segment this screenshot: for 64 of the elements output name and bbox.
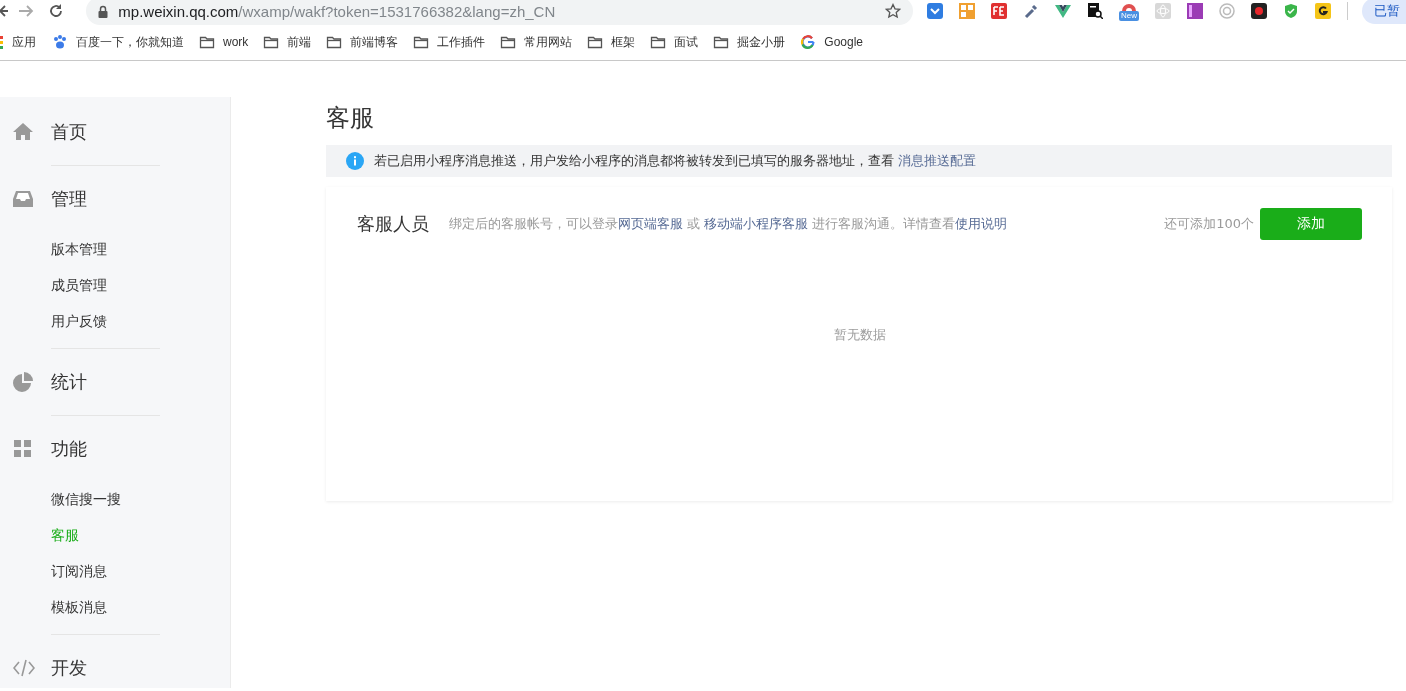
rp-logo-icon[interactable] — [1187, 3, 1204, 19]
apps-grid-icon — [0, 34, 4, 50]
sidebar-subitem[interactable]: 订阅消息 — [0, 554, 107, 590]
code-icon — [13, 658, 35, 678]
shield-icon[interactable] — [1283, 3, 1300, 19]
bookmark-item[interactable]: work — [199, 34, 249, 50]
empty-text: 暂无数据 — [833, 325, 886, 344]
bookmark-item[interactable]: 应用 — [0, 33, 36, 51]
inbox-icon — [13, 189, 35, 209]
bookmark-star-icon[interactable] — [885, 3, 901, 19]
g-logo-icon[interactable] — [1315, 3, 1332, 19]
folder-icon — [587, 34, 604, 50]
sidebar-subitem[interactable]: 模板消息 — [0, 590, 107, 626]
google-g-icon — [800, 34, 817, 50]
home-icon — [13, 122, 35, 142]
bookmark-item[interactable]: 面试 — [650, 33, 699, 51]
bookmark-item[interactable]: 前端博客 — [326, 33, 399, 51]
folder-icon — [413, 34, 430, 50]
sidebar-subitem[interactable]: 成员管理 — [0, 268, 107, 304]
sidebar-item[interactable]: 开发 — [0, 635, 230, 691]
sidebar-item[interactable]: 统计 — [0, 349, 230, 415]
url-text: mp.weixin.qq.com/wxamp/wakf?token=1531766382&lang=zh_CN — [118, 2, 557, 20]
bookmark-item[interactable]: Google — [800, 34, 864, 50]
sidebar-subitem[interactable]: 微信搜一搜 — [0, 482, 121, 518]
sidebar-subitem[interactable]: 版本管理 — [0, 232, 107, 268]
pocket-icon[interactable] — [927, 3, 943, 19]
new-badge: New — [1119, 11, 1140, 21]
folder-icon — [650, 34, 667, 50]
notice-text: 若已启用小程序消息推送，用户发给小程序的消息都将被转发到已填写的服务器地址，查看 消息推送配置 — [374, 152, 977, 170]
folder-icon — [713, 34, 730, 50]
sidebar-item[interactable]: 首页 — [0, 99, 230, 165]
link[interactable]: 消息推送配置 — [898, 153, 977, 168]
link[interactable]: 使用说明 — [955, 216, 1008, 231]
bookmark-item[interactable]: 掘金小册 — [713, 33, 786, 51]
eyedropper-icon[interactable] — [1023, 3, 1039, 19]
v-logo-icon[interactable] — [1055, 3, 1071, 19]
bookmark-item[interactable]: 前端 — [263, 33, 312, 51]
paw-icon — [52, 34, 68, 50]
sidebar-item[interactable]: 管理 — [0, 166, 230, 232]
pie-chart-icon — [13, 372, 35, 392]
profile-button[interactable]: 已暂 — [1362, 0, 1406, 24]
bookmark-item[interactable]: 工作插件 — [413, 33, 486, 51]
document-search-icon[interactable] — [1087, 3, 1103, 19]
bookmark-item[interactable]: 框架 — [587, 33, 636, 51]
lock-icon — [98, 4, 109, 18]
record-icon[interactable] — [1251, 3, 1268, 19]
address-bar[interactable]: mp.weixin.qq.com/wxamp/wakf?token=1531766382&lang=zh_CN — [86, 0, 913, 25]
remaining-count: 还可添加100个 — [1164, 215, 1254, 233]
sidebar-item[interactable]: 功能 — [0, 416, 230, 482]
description-text: 绑定后的客服帐号，可以登录网页端客服 或 移动端小程序客服 进行客服沟通。详情查看使用说明 — [449, 215, 1009, 233]
bookmark-item[interactable]: 常用网站 — [500, 33, 573, 51]
folder-icon — [263, 34, 280, 50]
bookmark-item[interactable]: 百度一下，你就知道 — [52, 33, 184, 51]
section-title: 客服人员 — [357, 212, 429, 236]
fe-logo-icon[interactable] — [991, 3, 1007, 19]
sidebar-subitem[interactable]: 用户反馈 — [0, 304, 107, 340]
extension-icon[interactable] — [1121, 1, 1137, 11]
link[interactable]: 移动端小程序客服 — [704, 216, 809, 231]
info-icon — [346, 152, 364, 170]
folder-icon — [326, 34, 343, 50]
folder-icon — [500, 34, 517, 50]
folder-icon — [199, 34, 215, 50]
page-title: 客服 — [326, 103, 375, 134]
link[interactable]: 网页端客服 — [618, 216, 683, 231]
